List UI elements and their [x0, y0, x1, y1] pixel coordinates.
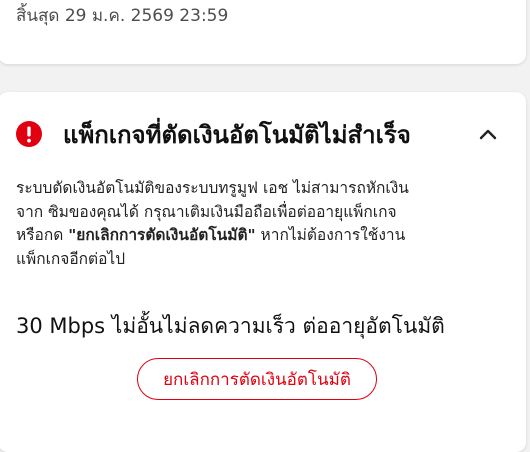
description-text: หากไม่ต้องการใช้งาน — [255, 226, 406, 244]
description-line: แพ็กเกจอีกต่อไป — [16, 249, 126, 268]
expiry-date-text: สิ้นสุด 29 ม.ค. 2569 23:59 — [16, 6, 229, 26]
chevron-up-icon[interactable] — [476, 122, 500, 146]
exclamation-circle-icon — [16, 121, 42, 147]
description-line: จาก ซิมของคุณได้ กรุณาเติมเงินมือถือเพื่… — [16, 202, 397, 221]
description-emphasis: "ยกเลิกการตัดเงินอัตโนมัติ" — [68, 226, 256, 244]
description-line: ระบบตัดเงินอัตโนมัติของระบบทรูมูฟ เอช ไม… — [16, 179, 409, 197]
alert-title: แพ็กเกจที่ตัดเงินอัตโนมัติไม่สำเร็จ — [63, 120, 411, 149]
alert-description: ระบบตัดเงินอัตโนมัติของระบบทรูมูฟ เอช ไม… — [16, 177, 486, 271]
package-name: 30 Mbps ไม่อั้นไม่ลดความเร็ว ต่ออายุอัตโ… — [16, 314, 445, 338]
description-line: หรือกด "ยกเลิกการตัดเงินอัตโนมัติ" หากไม… — [16, 224, 486, 248]
card-header[interactable]: แพ็กเกจที่ตัดเงินอัตโนมัติไม่สำเร็จ — [16, 118, 500, 150]
failed-auto-renew-card: แพ็กเกจที่ตัดเงินอัตโนมัติไม่สำเร็จ ระบบ… — [0, 92, 526, 452]
cancel-auto-renew-button[interactable]: ยกเลิกการตัดเงินอัตโนมัติ — [137, 358, 377, 400]
previous-package-card: สิ้นสุด 29 ม.ค. 2569 23:59 — [0, 0, 526, 64]
description-text: หรือกด — [16, 226, 69, 244]
